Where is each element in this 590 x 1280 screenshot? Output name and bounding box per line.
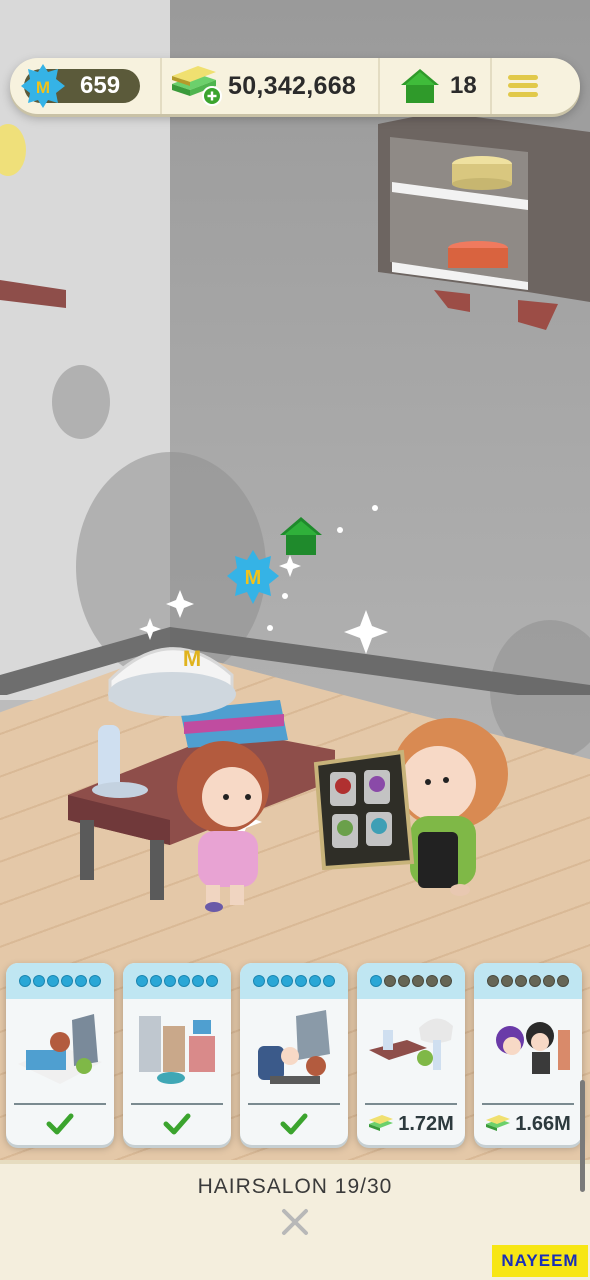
- upgrade-dot-empty: [515, 975, 527, 987]
- checkmark-icon: [280, 1113, 308, 1135]
- cash-stack-icon: [172, 66, 222, 106]
- station-card[interactable]: [123, 963, 231, 1145]
- salon-progress-title: HAIRSALON 19/30: [197, 1175, 393, 1198]
- checkmark-icon: [163, 1113, 191, 1135]
- upgrade-dot-filled: [19, 975, 31, 987]
- svg-text:M: M: [36, 78, 50, 97]
- upgrade-dot-filled: [164, 975, 176, 987]
- upgrade-dot-empty: [501, 975, 513, 987]
- star-badge-icon: M: [21, 64, 65, 108]
- upgrade-dots: [240, 963, 348, 999]
- upgrade-dot-empty: [543, 975, 555, 987]
- upgrade-dot-filled: [89, 975, 101, 987]
- station-price: 1.66M: [515, 1112, 571, 1135]
- scrollbar[interactable]: [580, 1080, 585, 1192]
- card-footer: 1.72M: [357, 1105, 465, 1143]
- menu-bar-icon: [508, 83, 538, 89]
- cash-counter[interactable]: 50,342,668: [160, 58, 380, 114]
- menu-bar-icon: [508, 92, 538, 98]
- menu-bar-icon: [508, 74, 538, 80]
- upgrade-dot-filled: [178, 975, 190, 987]
- cash-amount: 50,342,668: [228, 71, 357, 100]
- checkmark-icon: [46, 1113, 74, 1135]
- upgrade-dot-filled: [33, 975, 45, 987]
- station-card[interactable]: 1.72M: [357, 963, 465, 1145]
- upgrade-dot-filled: [75, 975, 87, 987]
- station-thumbnail: [357, 999, 465, 1103]
- upgrade-dot-filled: [136, 975, 148, 987]
- star-counter[interactable]: M 659: [21, 64, 140, 108]
- upgrade-dots: [123, 963, 231, 999]
- upgrade-dot-empty: [384, 975, 396, 987]
- upgrade-dot-filled: [295, 975, 307, 987]
- station-card[interactable]: [240, 963, 348, 1145]
- upgrade-dot-filled: [47, 975, 59, 987]
- station-card[interactable]: 1.66M: [474, 963, 582, 1145]
- stylist-character[interactable]: [310, 712, 520, 902]
- wall-shelf-left: [0, 124, 66, 308]
- station-thumbnail: [474, 999, 582, 1103]
- menu-button[interactable]: [506, 69, 540, 103]
- top-resource-bar: M 659 50,342,668 18: [10, 58, 580, 114]
- station-thumbnail: [6, 999, 114, 1103]
- upgrade-dot-filled: [309, 975, 321, 987]
- upgrade-dot-filled: [206, 975, 218, 987]
- cash-stack-icon: [369, 1115, 394, 1131]
- upgrade-dot-empty: [529, 975, 541, 987]
- wall-stain: [52, 365, 110, 439]
- upgrade-dot-empty: [440, 975, 452, 987]
- wall-shelf-right: [378, 112, 590, 330]
- upgrade-dot-filled: [150, 975, 162, 987]
- card-footer: [6, 1105, 114, 1143]
- upgrade-dot-filled: [253, 975, 265, 987]
- svg-text:M: M: [183, 646, 201, 671]
- station-thumbnail: [240, 999, 348, 1103]
- station-thumbnail: [123, 999, 231, 1103]
- upgrade-dot-filled: [192, 975, 204, 987]
- card-footer: [240, 1105, 348, 1143]
- upgrade-dot-filled: [61, 975, 73, 987]
- watermark-label: NAYEEM: [492, 1245, 588, 1277]
- upgrade-dot-filled: [281, 975, 293, 987]
- house-count: 18: [450, 72, 477, 99]
- house-counter[interactable]: 18: [380, 58, 492, 114]
- upgrade-dot-empty: [426, 975, 438, 987]
- house-icon: [401, 69, 439, 103]
- station-card-list[interactable]: 1.72M 1.66M: [6, 963, 590, 1147]
- station-card[interactable]: [6, 963, 114, 1145]
- upgrade-dots: [6, 963, 114, 999]
- upgrade-dot-empty: [557, 975, 569, 987]
- customer-character[interactable]: [168, 735, 278, 915]
- cash-stack-icon: [486, 1115, 511, 1131]
- station-price: 1.72M: [398, 1112, 454, 1135]
- upgrade-dots: [474, 963, 582, 999]
- star-count: 659: [80, 72, 121, 99]
- upgrade-dot-filled: [323, 975, 335, 987]
- card-footer: 1.66M: [474, 1105, 582, 1143]
- upgrade-dot-filled: [370, 975, 382, 987]
- upgrade-dot-empty: [398, 975, 410, 987]
- card-footer: [123, 1105, 231, 1143]
- upgrade-dots: [357, 963, 465, 999]
- upgrade-dot-empty: [487, 975, 499, 987]
- close-icon[interactable]: [280, 1205, 310, 1239]
- upgrade-dot-filled: [267, 975, 279, 987]
- upgrade-dot-empty: [412, 975, 424, 987]
